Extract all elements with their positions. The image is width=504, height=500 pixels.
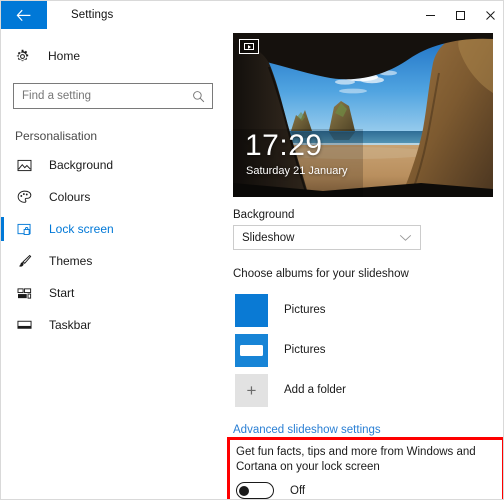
sidebar-section-header: Personalisation [15,129,98,143]
brush-icon [15,254,33,268]
taskbar-icon [15,319,33,331]
search-icon[interactable] [192,90,212,103]
sidebar-item-lock-screen-label: Lock screen [49,222,114,236]
close-button[interactable] [475,1,503,29]
albums-header: Choose albums for your slideshow [233,268,409,280]
cortana-tips-toggle[interactable] [236,482,274,499]
start-tiles-icon [15,287,33,300]
album-name: Pictures [284,344,326,356]
solid-blue-thumb [235,293,268,327]
sidebar-nav-list: Background Colours Lock screen Themes St… [1,149,227,341]
background-dropdown-value: Slideshow [242,231,295,244]
palette-icon [15,190,33,204]
list-item[interactable]: Pictures [235,290,503,330]
minimize-icon [425,14,435,16]
chevron-down-icon [399,234,412,242]
sidebar-item-home-label: Home [48,49,81,63]
highlight-box: Get fun facts, tips and more from Window… [227,437,503,499]
advanced-slideshow-settings-link[interactable]: Advanced slideshow settings [233,424,503,436]
lock-screen-preview[interactable]: 17:29 Saturday 21 January [233,33,493,197]
background-dropdown[interactable]: Slideshow [233,225,421,250]
sidebar-item-themes-label: Themes [49,254,93,268]
title-bar: Settings [1,1,503,29]
image-icon [15,159,33,172]
folder-thumb [235,333,268,367]
sidebar-item-taskbar[interactable]: Taskbar [1,309,227,341]
maximize-button[interactable] [445,1,475,29]
plus-icon: + [235,373,268,407]
settings-window: Settings Home Find a setting Personalisa… [0,0,504,500]
gear-icon [16,49,29,61]
cortana-tips-toggle-row: Off [236,482,496,499]
cortana-tips-toggle-label: Off [290,484,306,497]
screen-preview-icon [239,39,259,54]
album-list: Pictures Pictures + Add a folder [227,290,503,410]
main-content: 17:29 Saturday 21 January Background Sli… [227,29,503,499]
search-box[interactable] [13,83,213,109]
sidebar-item-home[interactable]: Home [1,41,227,71]
window-controls [415,1,503,29]
sidebar: Home Personalisation Backgroun [1,29,227,499]
lock-screen-icon [15,223,33,236]
back-arrow-icon [16,9,31,21]
sidebar-item-lock-screen[interactable]: Lock screen [1,213,227,245]
sidebar-item-start-label: Start [49,286,75,300]
window-title: Settings [71,9,114,21]
sidebar-item-colours[interactable]: Colours [1,181,227,213]
minimize-button[interactable] [415,1,445,29]
back-button[interactable] [1,1,47,29]
album-name: Pictures [284,304,326,316]
sidebar-item-colours-label: Colours [49,190,91,204]
add-folder-label: Add a folder [284,384,347,396]
background-label: Background [233,209,295,221]
sidebar-item-background-label: Background [49,158,114,172]
sidebar-item-themes[interactable]: Themes [1,245,227,277]
maximize-icon [455,10,465,20]
sidebar-item-background[interactable]: Background [1,149,227,181]
cortana-tips-description: Get fun facts, tips and more from Window… [236,446,476,473]
sidebar-item-start[interactable]: Start [1,277,227,309]
sidebar-item-taskbar-label: Taskbar [49,318,92,332]
close-icon [485,10,495,20]
toggle-knob [239,485,249,496]
search-input[interactable] [14,84,192,108]
list-item[interactable]: Pictures [235,330,503,370]
preview-time: 17:29 [245,129,323,162]
add-folder-button[interactable]: + Add a folder [235,370,503,410]
preview-date: Saturday 21 January [246,165,348,177]
